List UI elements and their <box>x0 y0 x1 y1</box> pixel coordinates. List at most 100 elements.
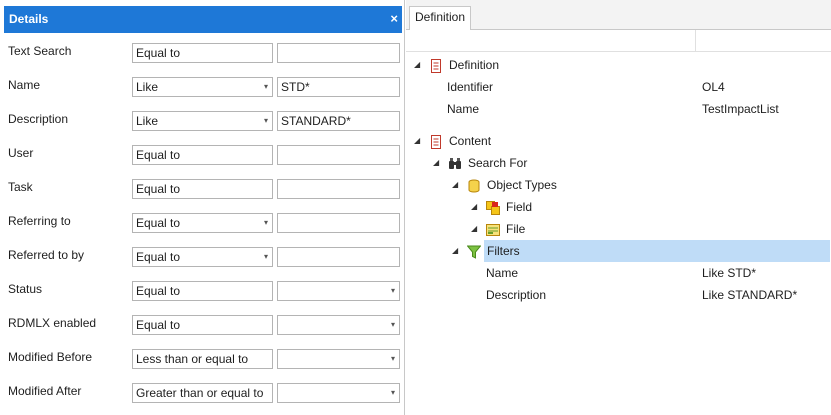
tab-definition[interactable]: Definition <box>409 6 472 30</box>
expand-toggle-icon[interactable]: ◢ <box>471 218 477 240</box>
field-row-referred-to-by: Referred to by Equal to ▾ <box>0 247 405 270</box>
tab-bar: Definition <box>406 0 831 30</box>
field-row-name: Name Like ▾ STD* <box>0 77 405 100</box>
operator-value: Equal to <box>136 46 181 60</box>
rdmlx-enabled-value-select[interactable]: ▾ <box>277 315 400 335</box>
field-row-user: User Equal to <box>0 145 405 168</box>
tree-node-label: File <box>506 222 526 236</box>
definition-panel: Definition ◢ Definition Identifier OL4 Name T… <box>406 0 831 415</box>
close-icon[interactable]: × <box>390 11 398 26</box>
chevron-down-icon[interactable]: ▾ <box>391 282 395 300</box>
document-icon <box>429 58 443 73</box>
name-value-input[interactable]: STD* <box>277 77 400 97</box>
column-divider[interactable] <box>695 30 696 52</box>
operator-value: Equal to <box>136 250 181 264</box>
field-row-description: Description Like ▾ STANDARD* <box>0 111 405 134</box>
expand-toggle-icon[interactable]: ◢ <box>414 130 420 152</box>
referred-to-by-value-input[interactable] <box>277 247 400 267</box>
expand-toggle-icon[interactable]: ◢ <box>452 240 458 262</box>
task-operator-input[interactable]: Equal to <box>132 179 273 199</box>
tree-node-value: Like STANDARD* <box>702 288 798 302</box>
tree-node-label: Filters <box>487 244 520 258</box>
tree-node-definition[interactable]: ◢ Definition <box>406 54 831 76</box>
details-header: Details × <box>4 6 402 33</box>
name-operator-select[interactable]: Like ▾ <box>132 77 273 97</box>
tree-node-object-types[interactable]: ◢ Object Types <box>406 174 831 196</box>
tree-node-filters[interactable]: ◢ Filters <box>406 240 831 262</box>
field-label: Description <box>8 112 69 126</box>
status-operator-input[interactable]: Equal to <box>132 281 273 301</box>
description-value-input[interactable]: STANDARD* <box>277 111 400 131</box>
operator-value: Greater than or equal to <box>136 386 264 400</box>
modified-before-operator-input[interactable]: Less than or equal to <box>132 349 273 369</box>
chevron-down-icon[interactable]: ▾ <box>264 214 268 232</box>
field-label: Referred to by <box>8 248 85 262</box>
tree-node-label: Name <box>447 102 480 116</box>
tree-node-label: Content <box>449 134 492 148</box>
tree-node-label: Description <box>486 288 547 302</box>
operator-value: Like <box>136 114 159 128</box>
chevron-down-icon[interactable]: ▾ <box>391 350 395 368</box>
expand-toggle-icon[interactable]: ◢ <box>414 54 420 76</box>
field-label: Status <box>8 282 43 296</box>
field-row-rdmlx-enabled: RDMLX enabled Equal to ▾ <box>0 315 405 338</box>
expand-toggle-icon[interactable]: ◢ <box>433 152 439 174</box>
chevron-down-icon[interactable]: ▾ <box>264 78 268 96</box>
field-label: Name <box>8 78 41 92</box>
funnel-icon <box>466 244 482 259</box>
modified-after-operator-input[interactable]: Greater than or equal to <box>132 383 273 403</box>
text-search-value-input[interactable] <box>277 43 400 63</box>
chevron-down-icon[interactable]: ▾ <box>264 112 268 130</box>
tree-node-field[interactable]: ◢ Field <box>406 196 831 218</box>
column-header <box>406 30 831 52</box>
tree-node-name[interactable]: Name TestImpactList <box>406 98 831 120</box>
operator-value: Equal to <box>136 148 181 162</box>
modified-after-value-select[interactable]: ▾ <box>277 383 400 403</box>
operator-value: Like <box>136 80 159 94</box>
tree-node-description[interactable]: Description Like STANDARD* <box>406 284 831 306</box>
text-search-operator-input[interactable]: Equal to <box>132 43 273 63</box>
tree-node-file[interactable]: ◢ File <box>406 218 831 240</box>
tree-node-content[interactable]: ◢ Content <box>406 130 831 152</box>
operator-value: Less than or equal to <box>136 352 249 366</box>
selection-highlight <box>484 240 830 262</box>
chevron-down-icon[interactable]: ▾ <box>264 248 268 266</box>
field-label: Modified After <box>8 384 82 398</box>
field-row-task: Task Equal to <box>0 179 405 202</box>
rdmlx-enabled-operator-input[interactable]: Equal to <box>132 315 273 335</box>
field-row-modified-after: Modified After Greater than or equal to ▾ <box>0 383 405 406</box>
referring-to-value-input[interactable] <box>277 213 400 233</box>
field-value: STD* <box>281 80 310 94</box>
operator-value: Equal to <box>136 182 181 196</box>
tree-node-name[interactable]: Name Like STD* <box>406 262 831 284</box>
field-icon <box>486 200 500 215</box>
chevron-down-icon[interactable]: ▾ <box>391 316 395 334</box>
expand-toggle-icon[interactable]: ◢ <box>452 174 458 196</box>
user-operator-input[interactable]: Equal to <box>132 145 273 165</box>
tree-node-search-for[interactable]: ◢ Search For <box>406 152 831 174</box>
description-operator-select[interactable]: Like ▾ <box>132 111 273 131</box>
user-value-input[interactable] <box>277 145 400 165</box>
document-icon <box>429 134 443 149</box>
field-label: Task <box>8 180 33 194</box>
details-panel: Details × Text Search Equal to Name Like ▾ ST… <box>0 0 405 415</box>
status-value-select[interactable]: ▾ <box>277 281 400 301</box>
operator-value: Equal to <box>136 284 181 298</box>
tree-node-identifier[interactable]: Identifier OL4 <box>406 76 831 98</box>
chevron-down-icon[interactable]: ▾ <box>391 384 395 402</box>
tree-node-value: TestImpactList <box>702 102 779 116</box>
field-label: Modified Before <box>8 350 93 364</box>
referred-to-by-operator-select[interactable]: Equal to ▾ <box>132 247 273 267</box>
modified-before-value-select[interactable]: ▾ <box>277 349 400 369</box>
task-value-input[interactable] <box>277 179 400 199</box>
tree-node-value: OL4 <box>702 80 725 94</box>
field-row-text-search: Text Search Equal to <box>0 43 405 66</box>
referring-to-operator-select[interactable]: Equal to ▾ <box>132 213 273 233</box>
field-row-modified-before: Modified Before Less than or equal to ▾ <box>0 349 405 372</box>
tree-node-label: Identifier <box>447 80 494 94</box>
tree-node-label: Name <box>486 266 519 280</box>
field-value: STANDARD* <box>281 114 351 128</box>
expand-toggle-icon[interactable]: ◢ <box>471 196 477 218</box>
field-row-status: Status Equal to ▾ <box>0 281 405 304</box>
field-label: Text Search <box>8 44 72 58</box>
